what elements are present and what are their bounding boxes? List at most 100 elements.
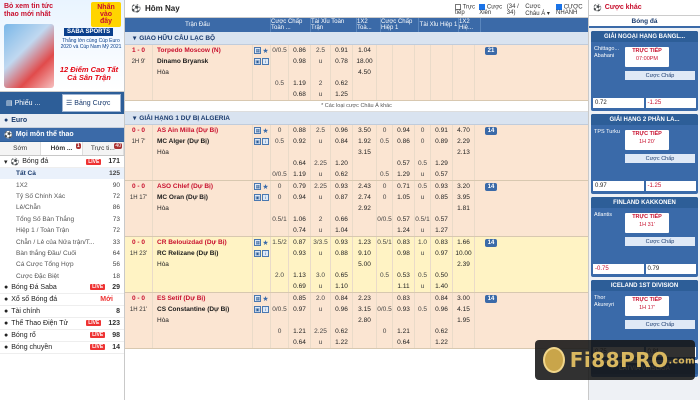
- option-quick-bet[interactable]: CƯỢC NHANH: [556, 3, 588, 16]
- sport-item[interactable]: ● Bóng Đá Saba LIVE 29: [0, 282, 124, 294]
- info-icon[interactable]: i: [262, 194, 269, 201]
- odds-cell[interactable]: 0.94: [289, 192, 311, 203]
- odds-cell[interactable]: 0.84: [331, 293, 353, 304]
- odds-cell[interactable]: 0.64: [289, 337, 311, 348]
- stats-icon[interactable]: ▦: [254, 127, 262, 134]
- odds-cell[interactable]: 0.71: [393, 181, 415, 192]
- market-item[interactable]: Lẻ/Chẵn 86: [0, 202, 124, 213]
- odds-cell[interactable]: 1.05: [393, 192, 415, 203]
- market-item[interactable]: Cá Cược Tổng Hợp 56: [0, 259, 124, 270]
- team-away[interactable]: RC Relizane (Dự Bị): [157, 250, 218, 257]
- odds-cell[interactable]: 1.06: [289, 214, 311, 225]
- odds-cell[interactable]: 2.29: [453, 136, 475, 147]
- odds-cell[interactable]: 1.19: [289, 78, 311, 89]
- odds-cell[interactable]: 1.29: [393, 169, 415, 180]
- odds-cell[interactable]: 2.80: [353, 315, 377, 326]
- league-header[interactable]: ▾ GIAO HỮU CÂU LẠC BỘ: [125, 32, 588, 45]
- odds-cell[interactable]: 0.96: [331, 304, 353, 315]
- info-icon[interactable]: i: [262, 250, 269, 257]
- more-markets-button[interactable]: 14: [484, 238, 498, 247]
- odds-cell[interactable]: 1.04: [331, 225, 353, 236]
- odds-cell[interactable]: 0.93: [393, 304, 415, 315]
- tv-icon[interactable]: ▣: [254, 138, 261, 145]
- odds-cell[interactable]: 10.00: [453, 248, 475, 259]
- team-away[interactable]: MC Oran (Dự Bị): [157, 194, 208, 201]
- odds-cell[interactable]: 3.15: [353, 304, 377, 315]
- card-odds-2[interactable]: 0.79: [645, 264, 696, 274]
- odds-cell[interactable]: 1.81: [453, 203, 475, 214]
- odds-cell[interactable]: 0.94: [393, 125, 415, 136]
- info-icon[interactable]: i: [262, 138, 269, 145]
- asian-bets-note[interactable]: * Các loại cược Châu Á khác: [125, 101, 588, 112]
- tab-today[interactable]: Hôm ... 1: [41, 142, 83, 155]
- stats-icon[interactable]: ▦: [254, 295, 262, 302]
- tv-icon[interactable]: ▣: [254, 250, 261, 257]
- sport-item[interactable]: ● Bóng rổ LIVE 98: [0, 330, 124, 342]
- odds-cell[interactable]: 1.19: [289, 169, 311, 180]
- odds-cell[interactable]: 3.95: [453, 192, 475, 203]
- odds-cell[interactable]: 0.62: [331, 326, 353, 337]
- sport-item[interactable]: ● Xổ số Bóng đá Mới: [0, 294, 124, 306]
- sport-item[interactable]: ● Tài chính 8: [0, 306, 124, 318]
- odds-cell[interactable]: 0.86: [393, 136, 415, 147]
- all-sports-header[interactable]: ⚽ Mọi môn thể thao: [0, 128, 124, 142]
- odds-cell[interactable]: 5.00: [353, 259, 377, 270]
- market-item[interactable]: Tỷ Số Chính Xác 72: [0, 191, 124, 202]
- odds-cell[interactable]: 3.20: [453, 181, 475, 192]
- odds-cell[interactable]: 0.64: [289, 158, 311, 169]
- promo-sticker[interactable]: Nhấn vào đây: [91, 2, 121, 27]
- market-item[interactable]: Bàn thắng Đầu/ Cuối 64: [0, 248, 124, 259]
- odds-cell[interactable]: 0.92: [289, 136, 311, 147]
- odds-cell[interactable]: 0.62: [431, 326, 453, 337]
- odds-cell[interactable]: 2.43: [353, 181, 377, 192]
- tab-early[interactable]: Sớm: [0, 142, 42, 155]
- odds-cell[interactable]: 0.97: [289, 304, 311, 315]
- star-icon[interactable]: ★: [262, 47, 268, 55]
- odds-cell[interactable]: 0.83: [431, 237, 453, 248]
- odds-cell[interactable]: 1.95: [453, 315, 475, 326]
- option-asian[interactable]: Cược Châu Á ▾: [525, 4, 552, 17]
- card-odds-1[interactable]: 0.72: [593, 98, 644, 108]
- market-item[interactable]: Tổng Số Bàn Thắng 73: [0, 214, 124, 225]
- odds-cell[interactable]: 0.87: [331, 192, 353, 203]
- market-item[interactable]: Cược Đặc Biệt 18: [0, 271, 124, 282]
- odds-cell[interactable]: 1.04: [353, 45, 377, 56]
- more-markets-button[interactable]: 14: [484, 126, 498, 135]
- stats-icon[interactable]: ▦: [254, 239, 262, 246]
- odds-cell[interactable]: 0.87: [289, 237, 311, 248]
- star-icon[interactable]: ★: [262, 295, 268, 303]
- odds-cell[interactable]: 1.23: [353, 237, 377, 248]
- odds-cell[interactable]: 3.00: [453, 293, 475, 304]
- odds-cell[interactable]: 0.50: [431, 270, 453, 281]
- team-home[interactable]: CR Belouizdad (Dự Bị): [157, 239, 227, 246]
- odds-cell[interactable]: 0.62: [331, 169, 353, 180]
- odds-cell[interactable]: 4.50: [353, 67, 377, 78]
- market-item[interactable]: 1X2 90: [0, 179, 124, 190]
- team-home[interactable]: ES Setif (Dự Bị): [157, 295, 205, 302]
- odds-cell[interactable]: 1.92: [353, 136, 377, 147]
- card-odds-1[interactable]: 0.97: [593, 181, 644, 191]
- odds-cell[interactable]: 1.13: [289, 270, 311, 281]
- odds-cell[interactable]: 0.98: [289, 56, 311, 67]
- promo-banner[interactable]: Bỏ xem tin tức thao mới nhất Nhấn vào đâ…: [0, 0, 124, 92]
- odds-cell[interactable]: 1.10: [331, 281, 353, 292]
- odds-cell[interactable]: 0.89: [431, 136, 453, 147]
- info-icon[interactable]: i: [262, 58, 269, 65]
- odds-cell[interactable]: 2.74: [353, 192, 377, 203]
- tab-live[interactable]: Trực ti... 40: [83, 142, 124, 155]
- stats-icon[interactable]: ▦: [254, 47, 262, 54]
- odds-cell[interactable]: 0.93: [431, 181, 453, 192]
- team-home[interactable]: ASO Chlef (Dự Bị): [157, 183, 213, 190]
- team-home[interactable]: AS Ain Milla (Dự Bị): [157, 127, 218, 134]
- odds-cell[interactable]: 0.84: [431, 293, 453, 304]
- odds-cell[interactable]: 0.74: [289, 225, 311, 236]
- tv-icon[interactable]: ▣: [254, 306, 261, 313]
- euro-section[interactable]: ● Euro: [0, 114, 124, 128]
- odds-cell[interactable]: 1.21: [289, 326, 311, 337]
- market-item[interactable]: Tất Cả 125: [0, 168, 124, 180]
- odds-cell[interactable]: 0.83: [393, 293, 415, 304]
- odds-cell[interactable]: 0.98: [393, 248, 415, 259]
- live-match-card[interactable]: FINLAND KAKKONEN Atlantis TRỰC TIẾP 1H 31' C…: [591, 197, 698, 277]
- odds-cell[interactable]: 3.15: [353, 147, 377, 158]
- odds-cell[interactable]: 1.22: [431, 337, 453, 348]
